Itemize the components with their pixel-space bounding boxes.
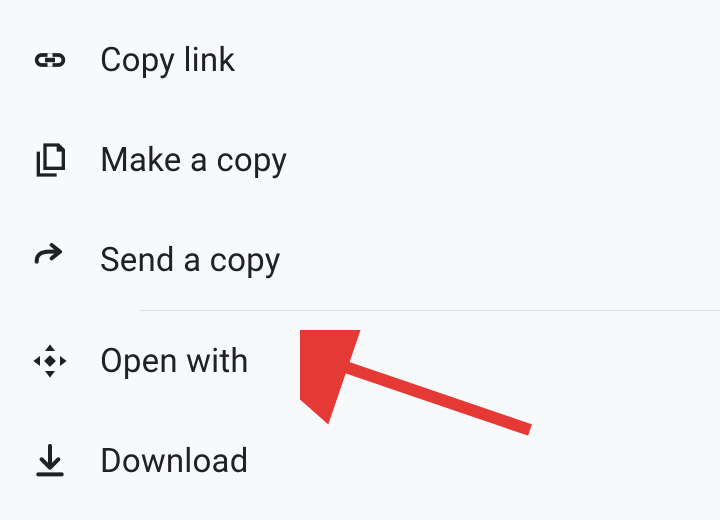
context-menu: Copy link Make a copy Send a copy [0,0,720,511]
menu-item-label: Send a copy [100,241,281,280]
menu-item-label: Open with [100,342,249,381]
menu-item-send-copy[interactable]: Send a copy [0,210,720,310]
menu-item-open-with[interactable]: Open with [0,311,720,411]
send-icon [0,240,100,280]
menu-item-label: Download [100,442,249,481]
link-icon [0,40,100,80]
menu-item-label: Make a copy [100,141,287,180]
open-with-icon [0,341,100,381]
menu-item-label: Copy link [100,41,235,80]
menu-item-make-copy[interactable]: Make a copy [0,110,720,210]
menu-item-copy-link[interactable]: Copy link [0,10,720,110]
menu-item-download[interactable]: Download [0,411,720,511]
copy-icon [0,140,100,180]
download-icon [0,441,100,481]
